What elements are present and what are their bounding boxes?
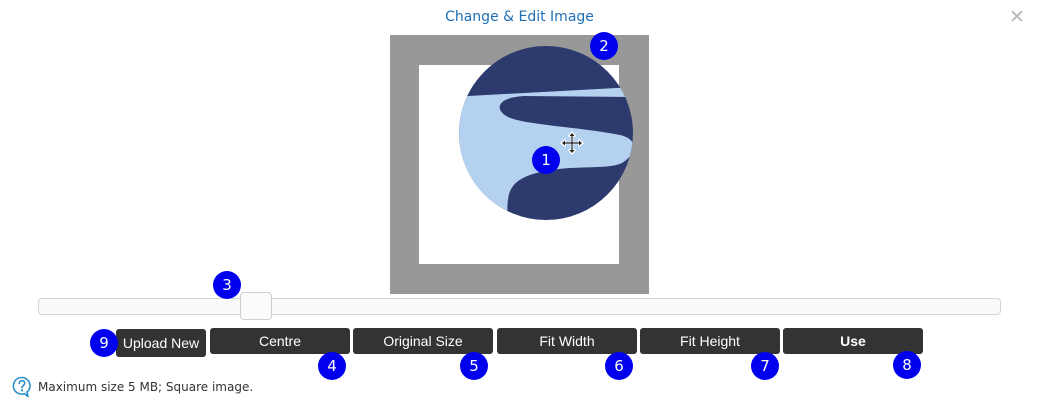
step-marker-5: 5 bbox=[460, 352, 488, 380]
hint-text: Maximum size 5 MB; Square image. bbox=[38, 380, 254, 394]
zoom-slider-handle[interactable] bbox=[240, 292, 272, 320]
step-marker-6: 6 bbox=[605, 352, 633, 380]
help-circle-icon bbox=[12, 376, 31, 398]
step-marker-1: 1 bbox=[532, 146, 560, 174]
step-marker-7: 7 bbox=[751, 352, 779, 380]
step-marker-3: 3 bbox=[213, 271, 241, 299]
close-icon[interactable]: ✕ bbox=[1006, 6, 1028, 28]
move-arrows-icon[interactable] bbox=[560, 131, 584, 155]
dialog-title: Change & Edit Image bbox=[445, 9, 594, 25]
size-hint: Maximum size 5 MB; Square image. bbox=[12, 376, 253, 398]
step-marker-9: 9 bbox=[90, 329, 118, 357]
step-marker-2: 2 bbox=[590, 32, 618, 60]
step-marker-4: 4 bbox=[318, 352, 346, 380]
zoom-slider-track[interactable] bbox=[38, 298, 1001, 315]
fit-width-button[interactable]: Fit Width bbox=[497, 328, 637, 354]
step-marker-8: 8 bbox=[893, 351, 921, 379]
crop-area[interactable] bbox=[390, 35, 649, 294]
logo-image[interactable] bbox=[390, 35, 649, 294]
centre-button[interactable]: Centre bbox=[210, 328, 350, 354]
original-size-button[interactable]: Original Size bbox=[353, 328, 493, 354]
use-button[interactable]: Use bbox=[783, 328, 923, 354]
fit-height-button[interactable]: Fit Height bbox=[640, 328, 780, 354]
upload-new-button[interactable]: Upload New bbox=[116, 329, 206, 357]
